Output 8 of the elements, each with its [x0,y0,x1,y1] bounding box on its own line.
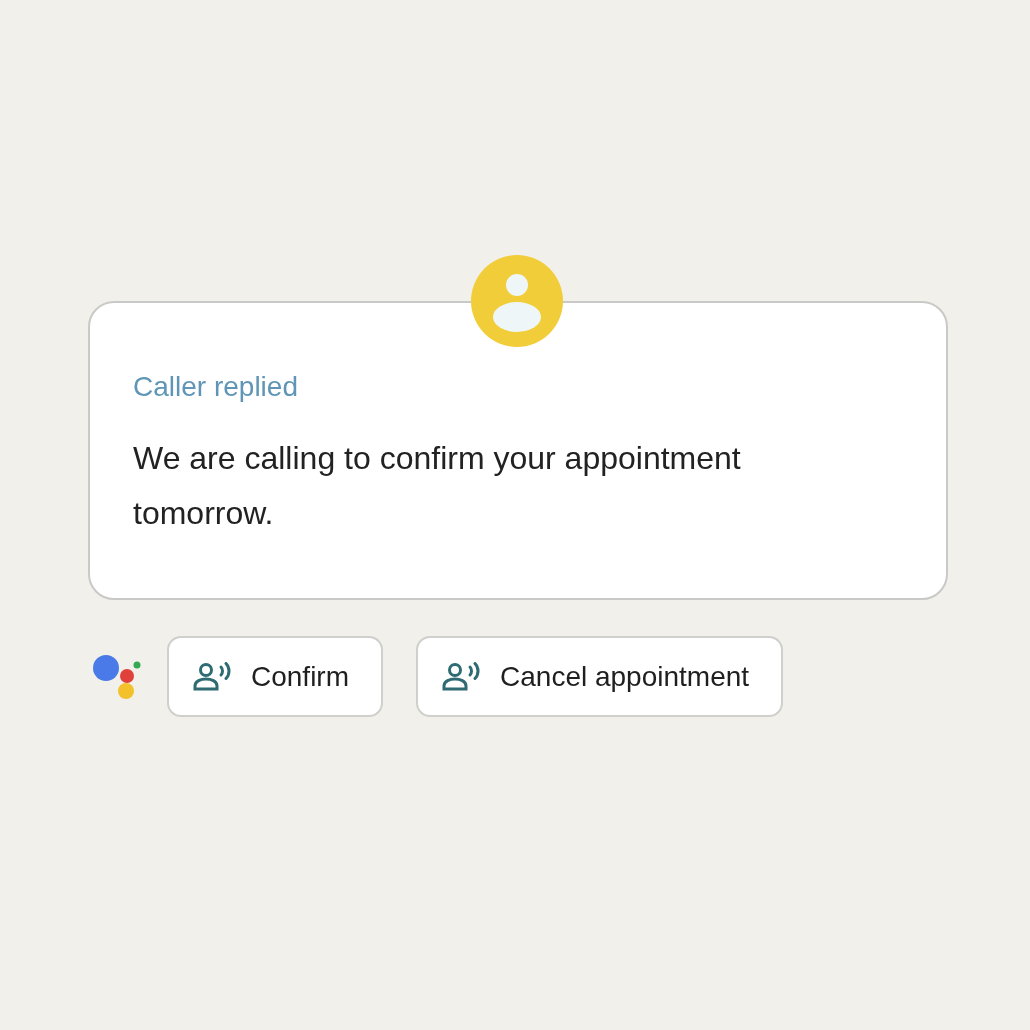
person-voice-icon [442,661,482,692]
reply-button[interactable]: Cancel appointment [416,636,784,717]
message-text: We are calling to confirm your appointment tomorrow. [133,439,742,533]
card-title: Caller replied [133,370,299,404]
reply-button[interactable]: Confirm [167,636,383,717]
person-voice-icon [193,661,233,692]
assistant-logo-icon [93,654,141,699]
person-avatar-icon [471,255,563,347]
